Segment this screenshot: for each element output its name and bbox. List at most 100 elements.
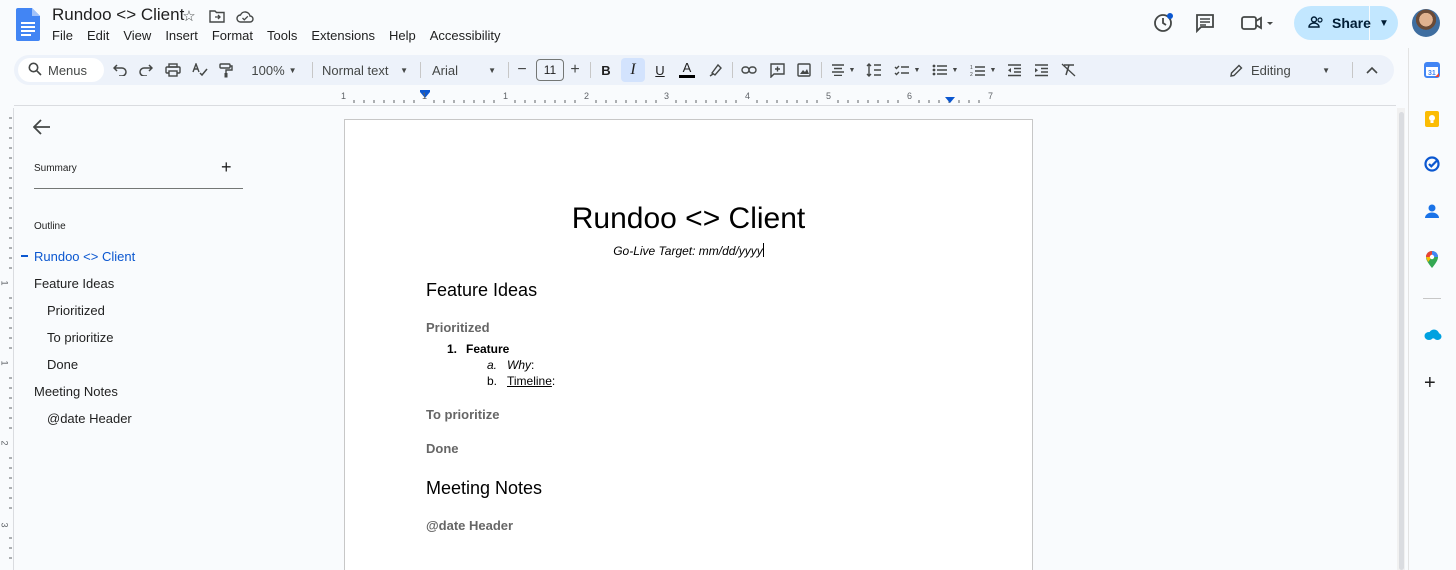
text-color-button[interactable]: A xyxy=(678,55,696,85)
ruler-label: 3 xyxy=(664,91,670,101)
get-add-ons-icon[interactable]: + xyxy=(1424,372,1436,395)
font-size-input[interactable]: 11 xyxy=(536,59,564,81)
share-button[interactable]: Share ▼ xyxy=(1294,6,1398,40)
scrollbar-thumb[interactable] xyxy=(1399,112,1404,570)
tasks-icon[interactable] xyxy=(1424,156,1440,177)
meet-icon[interactable] xyxy=(1240,11,1276,35)
outline-item-title[interactable]: Rundoo <> Client xyxy=(34,249,135,264)
calendar-icon[interactable]: 31 xyxy=(1424,62,1440,83)
align-select[interactable]: ▼ xyxy=(828,55,858,85)
horizontal-ruler[interactable]: 1 1 1 2 3 4 5 6 7 xyxy=(340,90,1004,106)
divider xyxy=(1352,62,1353,78)
ruler-label: 4 xyxy=(745,91,751,101)
star-icon[interactable]: ☆ xyxy=(180,7,198,25)
outline-item-meeting-notes[interactable]: Meeting Notes xyxy=(34,384,118,399)
heading-date-header[interactable]: @date Header xyxy=(426,518,513,533)
ruler-label: 5 xyxy=(826,91,832,101)
move-folder-icon[interactable] xyxy=(208,7,226,25)
ruler-label: 2 xyxy=(584,91,590,101)
comments-icon[interactable] xyxy=(1193,11,1217,35)
menu-tools[interactable]: Tools xyxy=(267,28,304,43)
menu-insert[interactable]: Insert xyxy=(165,28,205,43)
decrease-indent-icon[interactable] xyxy=(1005,55,1023,85)
heading-done[interactable]: Done xyxy=(426,441,459,456)
menu-help[interactable]: Help xyxy=(389,28,423,43)
heading-meeting-notes[interactable]: Meeting Notes xyxy=(426,478,542,499)
close-outline-button[interactable] xyxy=(32,118,51,141)
share-label: Share xyxy=(1332,15,1371,31)
underline-button[interactable]: U xyxy=(652,55,668,85)
document-title[interactable]: Rundoo <> Client xyxy=(52,5,184,25)
hide-menus-icon[interactable] xyxy=(1364,55,1380,85)
menu-accessibility[interactable]: Accessibility xyxy=(430,28,508,43)
subtitle-text: Go-Live Target: mm/dd/yyyy xyxy=(613,244,763,258)
line-spacing-icon[interactable] xyxy=(865,55,883,85)
paragraph-style-select[interactable]: Normal text ▼ xyxy=(320,55,410,85)
document-subtitle[interactable]: Go-Live Target: mm/dd/yyyy xyxy=(345,243,1032,258)
insert-image-icon[interactable] xyxy=(795,55,813,85)
divider xyxy=(420,62,421,78)
docs-logo-icon[interactable] xyxy=(16,8,40,41)
keep-icon[interactable] xyxy=(1424,110,1440,133)
document-heading-title[interactable]: Rundoo <> Client xyxy=(345,202,1032,236)
undo-icon[interactable] xyxy=(112,55,128,85)
decrease-font-size-icon[interactable]: − xyxy=(516,55,528,85)
bold-button[interactable]: B xyxy=(598,55,614,85)
outline-item-prioritized[interactable]: Prioritized xyxy=(47,303,105,318)
outline-item-date-header[interactable]: @date Header xyxy=(47,411,132,426)
bulleted-list-icon xyxy=(932,64,947,76)
editing-mode-label: Editing xyxy=(1251,62,1291,78)
numbered-list-select[interactable]: 12 ▼ xyxy=(968,55,998,85)
menu-extensions[interactable]: Extensions xyxy=(311,28,382,43)
spellcheck-icon[interactable] xyxy=(191,55,209,85)
print-icon[interactable] xyxy=(164,55,182,85)
avatar[interactable] xyxy=(1412,9,1440,37)
zoom-select[interactable]: 100% ▼ xyxy=(246,55,302,85)
checklist-select[interactable]: ▼ xyxy=(892,55,922,85)
salesforce-icon[interactable] xyxy=(1424,328,1442,346)
italic-button[interactable]: I xyxy=(625,55,641,85)
list-item-why[interactable]: Why: xyxy=(507,358,534,372)
outline-item-to-prioritize[interactable]: To prioritize xyxy=(47,330,113,345)
document-page[interactable]: Rundoo <> Client Go-Live Target: mm/dd/y… xyxy=(344,119,1033,570)
menu-edit[interactable]: Edit xyxy=(87,28,116,43)
maps-icon[interactable] xyxy=(1425,251,1439,274)
back-arrow-icon xyxy=(32,119,50,135)
text-cursor xyxy=(762,243,764,257)
ruler-label: 1 xyxy=(341,91,347,101)
outline-item-feature-ideas[interactable]: Feature Ideas xyxy=(34,276,114,291)
pencil-icon xyxy=(1230,64,1243,77)
version-history-icon[interactable] xyxy=(1151,11,1175,35)
outline-item-done[interactable]: Done xyxy=(47,357,78,372)
menu-format[interactable]: Format xyxy=(212,28,260,43)
list-marker-b: b. xyxy=(487,374,498,388)
font-select[interactable]: Arial ▼ xyxy=(430,55,498,85)
insert-link-icon[interactable] xyxy=(740,55,758,85)
heading-to-prioritize[interactable]: To prioritize xyxy=(426,407,499,422)
increase-font-size-icon[interactable]: + xyxy=(568,55,582,85)
paint-format-icon[interactable] xyxy=(218,55,234,85)
highlight-color-icon[interactable] xyxy=(708,55,724,85)
add-comment-icon[interactable] xyxy=(768,55,786,85)
heading-prioritized[interactable]: Prioritized xyxy=(426,320,490,335)
list-item-feature[interactable]: Feature xyxy=(466,342,509,356)
bulleted-list-select[interactable]: ▼ xyxy=(930,55,960,85)
menu-file[interactable]: File xyxy=(52,28,80,43)
right-indent-marker xyxy=(945,97,955,103)
increase-indent-icon[interactable] xyxy=(1032,55,1050,85)
search-menus-input[interactable]: Menus xyxy=(18,58,104,82)
divider xyxy=(312,62,313,78)
share-dropdown-icon[interactable]: ▼ xyxy=(1370,18,1398,29)
clear-formatting-icon[interactable] xyxy=(1059,55,1077,85)
contacts-icon[interactable] xyxy=(1425,203,1439,224)
menu-view[interactable]: View xyxy=(123,28,158,43)
vertical-ruler[interactable]: 1 1 2 3 xyxy=(0,108,14,570)
ruler-label: 1 xyxy=(503,91,509,101)
cloud-status-icon[interactable] xyxy=(236,7,254,25)
add-summary-icon[interactable]: + xyxy=(221,157,232,178)
heading-feature-ideas[interactable]: Feature Ideas xyxy=(426,280,537,301)
list-item-timeline[interactable]: Timeline: xyxy=(507,374,555,388)
redo-icon[interactable] xyxy=(138,55,154,85)
menu-bar: File Edit View Insert Format Tools Exten… xyxy=(52,28,515,43)
editing-mode-select[interactable]: Editing ▼ xyxy=(1226,55,1334,85)
